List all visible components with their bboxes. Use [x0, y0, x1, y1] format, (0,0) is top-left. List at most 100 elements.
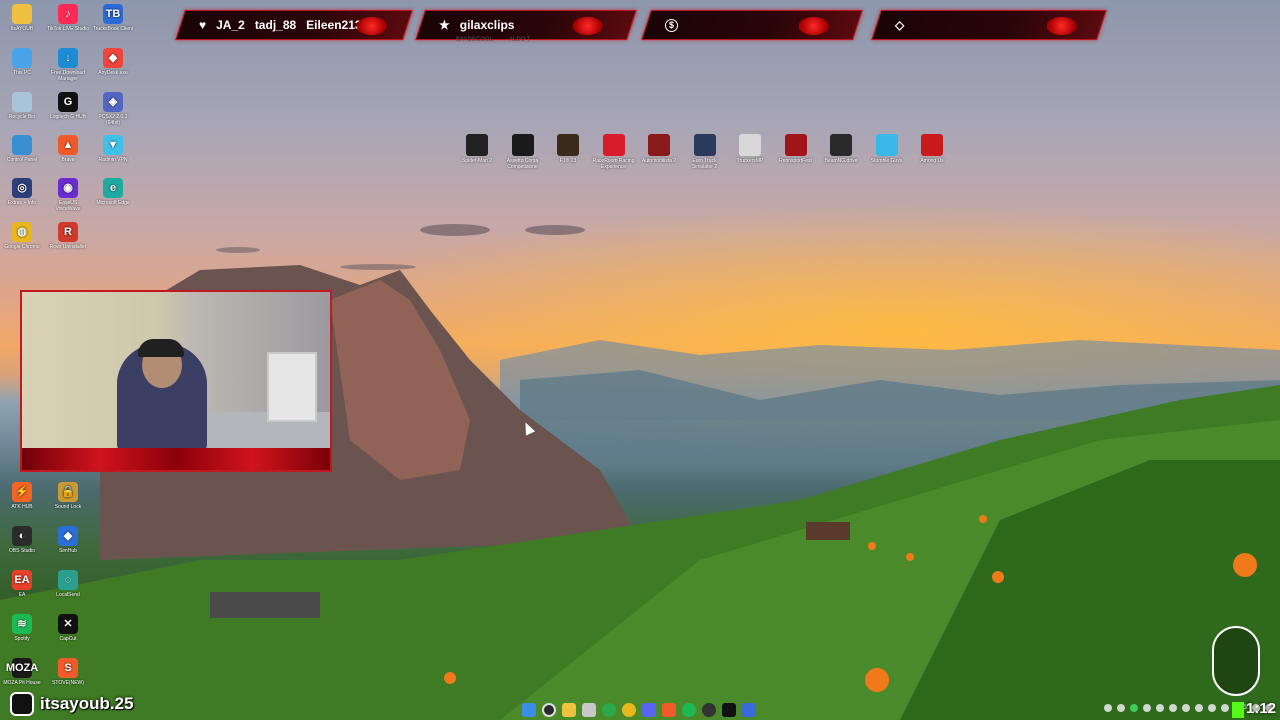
taskbar-icons — [522, 703, 756, 717]
brave-icon[interactable] — [662, 703, 676, 717]
game-shortcut[interactable]: Automobilista 2 — [638, 134, 680, 164]
desktop-icon-label: Extras + Info — [7, 200, 37, 206]
star-alert: ★ gilaxclips — [415, 10, 637, 40]
store-icon[interactable] — [582, 703, 596, 717]
game-shortcut-icon — [466, 134, 488, 156]
stream-alerts-bar: ♥ JA_2 tadj_88 Eileen213 ★ gilaxclips BA… — [170, 10, 1110, 43]
game-shortcut[interactable]: Among Us — [911, 134, 953, 164]
game-shortcut[interactable]: TruckersMP — [729, 134, 771, 164]
desktop-icon[interactable]: ◐ OBS Studio — [0, 526, 44, 554]
game-shortcut-label: Stumble Guys — [870, 158, 903, 164]
desktop-icon[interactable]: ♪ TikTok LIVE Studio — [46, 4, 90, 32]
game-shortcut-label: F1® 23 — [559, 158, 577, 164]
desktop-icon[interactable]: ◎ Extras + Info — [0, 178, 44, 206]
desktop-icon[interactable]: e Microsoft Edge — [91, 178, 135, 206]
desktop-icon[interactable]: S STOVE(NEW) — [46, 658, 90, 686]
desktop-icon-label: Logitech G HUB — [49, 114, 87, 120]
desktop-icon[interactable]: ◆ AnyDesk.exe — [91, 48, 135, 76]
desktop-icon[interactable]: ▼ Radmin VPN — [91, 135, 135, 163]
desktop-icon-glyph: EA — [12, 570, 32, 590]
desktop-icon[interactable]: ⚡ ATK HUB — [0, 482, 44, 510]
game-shortcut-icon — [784, 134, 807, 156]
spotify-icon[interactable] — [682, 703, 696, 717]
desktop-icon-glyph: ◎ — [12, 178, 32, 198]
desktop-icon[interactable]: ✕ CapCut — [46, 614, 90, 642]
chrome-icon[interactable] — [622, 703, 636, 717]
desktop-icon[interactable]: ↓ Free Download Manager — [46, 48, 90, 82]
tray-app-icon[interactable] — [1208, 704, 1216, 712]
diamond-alert: ◇ — [871, 10, 1107, 40]
donation-alert: $ — [641, 10, 863, 40]
webcam-frame-strip — [22, 448, 330, 470]
start-icon[interactable] — [522, 703, 536, 717]
game-shortcut[interactable]: RaceRoom Racing Experience — [593, 134, 635, 170]
tray-app-icon[interactable] — [1130, 704, 1138, 712]
desktop-icon[interactable]: TB TrucksBook Client — [91, 4, 135, 32]
desktop-icon[interactable]: ◉ EaseUS VoiceWave — [46, 178, 90, 212]
tray-app-icon[interactable] — [1169, 704, 1177, 712]
desktop-icon-glyph: S — [58, 658, 78, 678]
tray-app-icon[interactable] — [1156, 704, 1164, 712]
game-shortcut[interactable]: F1® 23 — [547, 134, 589, 164]
search-icon[interactable] — [542, 703, 556, 717]
desktop-icon-glyph — [12, 92, 32, 112]
desktop-icon-label: STOVE(NEW) — [52, 680, 84, 686]
game-shortcut[interactable]: Euro Truck Simulator 2 — [684, 134, 726, 170]
game-shortcut-label: BeamNG.drive — [824, 158, 858, 164]
game-shortcut-icon — [830, 134, 852, 156]
discord-icon[interactable] — [642, 703, 656, 717]
game-shortcut[interactable]: RennsportFest — [775, 134, 817, 164]
desktop-icon-label: Spotify — [14, 636, 30, 642]
game-shortcut-icon — [921, 134, 943, 156]
phoenix-logo — [1212, 626, 1260, 696]
desktop-icon[interactable]: ▲ Brave — [46, 135, 90, 163]
desktop-icon[interactable]: 🔒 Sound Lock — [46, 482, 90, 510]
desktop-icon[interactable]: MOZA MOZA Pit House — [0, 658, 44, 686]
desktop-icon-label: TrucksBook Client — [92, 26, 134, 32]
desktop-icon[interactable]: Control Panel — [0, 135, 44, 163]
game-shortcut[interactable]: Spider-Man 2 — [456, 134, 498, 164]
desktop-icon[interactable]: ≋ Spotify — [0, 614, 44, 642]
desktop-icon[interactable]: ◆ SimHub — [46, 526, 90, 554]
desktop-icon[interactable]: R Revo Uninstaller — [46, 222, 90, 250]
tiktok-icon[interactable] — [722, 703, 736, 717]
desktop-icon[interactable]: ◈ PCSX2 2.0.2 (64bit) — [91, 92, 135, 126]
desktop-icon-glyph: ◐ — [12, 526, 32, 546]
tray-app-icon[interactable] — [1143, 704, 1151, 712]
desktop-icon[interactable]: G Logitech G HUB — [46, 92, 90, 120]
kick-icon — [1232, 702, 1244, 718]
file-explorer-icon[interactable] — [562, 703, 576, 717]
tray-app-icon[interactable] — [1117, 704, 1125, 712]
game-shortcut[interactable]: BeamNG.drive — [820, 134, 862, 164]
obs-icon[interactable] — [702, 703, 716, 717]
tray-app-icon[interactable] — [1182, 704, 1190, 712]
desktop-icon-label: MOZA Pit House — [3, 680, 41, 686]
game-shortcut-label: TruckersMP — [736, 158, 764, 164]
desktop-icon[interactable]: Recycle Bin — [0, 92, 44, 120]
desktop-icon[interactable]: This PC — [0, 48, 44, 76]
tray-chevron-icon[interactable] — [1104, 704, 1112, 712]
game-shortcut-label: RennsportFest — [779, 158, 812, 164]
desktop-icon[interactable]: EA EA — [0, 570, 44, 598]
desktop-icon[interactable]: ◍ Google Chrome — [0, 222, 44, 250]
desktop-icon-glyph: e — [103, 178, 123, 198]
game-shortcut[interactable]: Assetto Corsa Competizione — [502, 134, 544, 170]
game-shortcut-label: Spider-Man 2 — [461, 158, 492, 164]
game-shortcut[interactable]: Stumble Guys — [866, 134, 908, 164]
desktop-icon-glyph: ≋ — [12, 614, 32, 634]
xbox-icon[interactable] — [602, 703, 616, 717]
desktop-icon-label: OBS Studio — [8, 548, 36, 554]
follows-alert: ♥ JA_2 tadj_88 Eileen213 — [175, 10, 413, 40]
tray-app-icon[interactable] — [1195, 704, 1203, 712]
desktop-icon-label: Revo Uninstaller — [49, 244, 87, 250]
star-alert-subtext: BAYDECOOL ALDO T — [456, 37, 531, 43]
game-shortcut-icon — [693, 134, 716, 156]
desktop-icon[interactable]: ItsAYOUB — [0, 4, 44, 32]
clock[interactable]: 1:12 — [1246, 700, 1276, 717]
capture-icon[interactable] — [742, 703, 756, 717]
desktop-icon[interactable]: ◌ LocalSend — [46, 570, 90, 598]
desktop-icon-label: ItsAYOUB — [10, 26, 34, 32]
tray-app-icon[interactable] — [1221, 704, 1229, 712]
desktop-icon-glyph: R — [58, 222, 78, 242]
star-icon: ★ — [439, 18, 450, 32]
